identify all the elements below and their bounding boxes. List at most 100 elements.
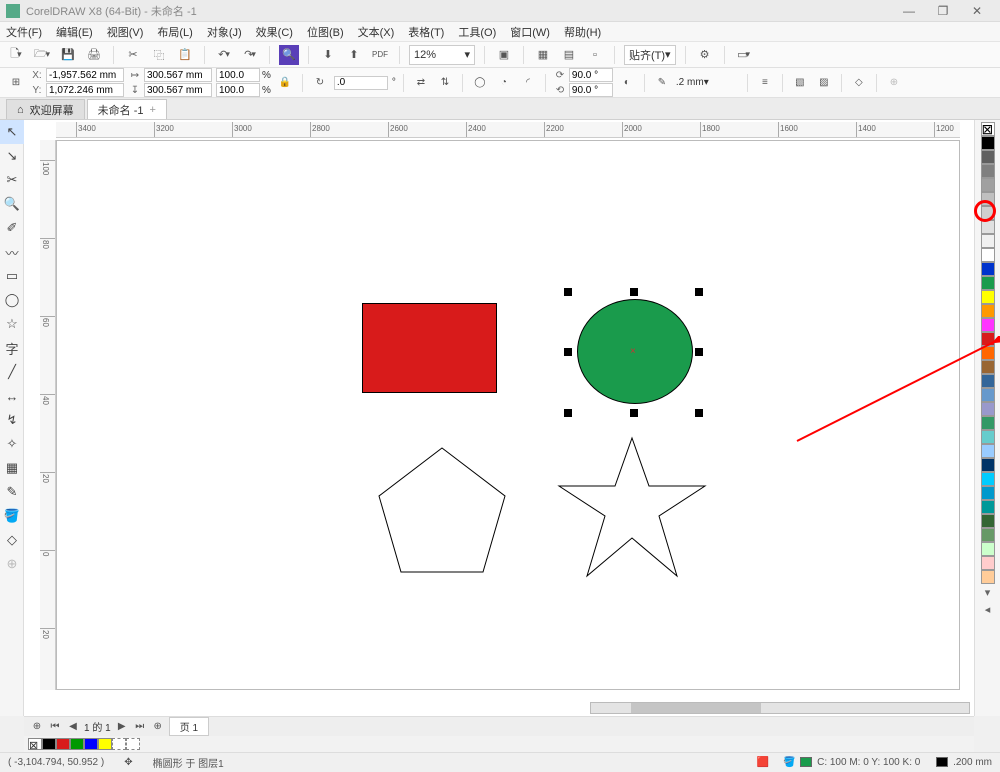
zoom-tool[interactable]: 🔍 (0, 192, 24, 216)
cut-button[interactable]: ✂ (123, 45, 143, 65)
prev-page-button[interactable]: ◀ (66, 720, 80, 734)
no-color-swatch[interactable]: ⊠ (28, 738, 42, 750)
menu-bitmap[interactable]: 位图(B) (307, 24, 344, 40)
add-tab-icon[interactable]: + (150, 104, 156, 116)
color-swatch[interactable] (981, 262, 995, 276)
rotation-input[interactable] (334, 76, 388, 90)
color-swatch[interactable] (981, 556, 995, 570)
launch-button[interactable]: ▭▾ (734, 45, 754, 65)
search-button[interactable]: 🔍 (279, 45, 299, 65)
menu-table[interactable]: 表格(T) (408, 24, 444, 40)
crop-tool[interactable]: ✂ (0, 168, 24, 192)
polygon-tool[interactable]: ☆ (0, 312, 24, 336)
snap-button[interactable]: ▫ (585, 45, 605, 65)
zoom-dropdown[interactable]: 12%▾ (409, 45, 475, 65)
empty-swatch[interactable] (126, 738, 140, 750)
menu-tools[interactable]: 工具(O) (458, 24, 496, 40)
selection-handle[interactable] (564, 288, 572, 296)
snap-dropdown[interactable]: 贴齐(T) ▾ (624, 45, 676, 65)
transparency-tool[interactable]: ▦ (0, 456, 24, 480)
selection-handle[interactable] (564, 348, 572, 356)
import-button[interactable]: ⬇ (318, 45, 338, 65)
eyedropper-tool[interactable]: ✎ (0, 480, 24, 504)
last-page-button[interactable]: ⏭ (133, 720, 147, 734)
color-swatch[interactable] (981, 570, 995, 584)
color-swatch[interactable] (981, 150, 995, 164)
open-button[interactable]: 🗁▾ (32, 45, 52, 65)
mirror-h-button[interactable]: ⇄ (411, 73, 431, 93)
canvas[interactable]: × (56, 140, 960, 690)
color-swatch[interactable] (56, 738, 70, 750)
color-swatch[interactable] (981, 486, 995, 500)
pentagon-shape[interactable] (375, 446, 509, 576)
outline-width-dropdown[interactable]: .2 mm▾ (676, 77, 740, 88)
back-button[interactable]: ▨ (814, 73, 834, 93)
ruler-horizontal[interactable]: 3400320030002800260024002200200018001600… (56, 122, 960, 138)
shape-tool[interactable]: ↘ (0, 144, 24, 168)
empty-swatch[interactable] (112, 738, 126, 750)
new-button[interactable]: 🗋▾ (6, 45, 26, 65)
dimension-tool[interactable]: ↔ (0, 384, 24, 408)
color-swatch[interactable] (981, 178, 995, 192)
color-swatch[interactable] (981, 528, 995, 542)
undo-button[interactable]: ↶▾ (214, 45, 234, 65)
width-input[interactable] (144, 68, 212, 82)
grid-button[interactable]: ▦ (533, 45, 553, 65)
print-button[interactable]: 🖨 (84, 45, 104, 65)
guide-button[interactable]: ▤ (559, 45, 579, 65)
copy-button[interactable]: ⿻ (149, 45, 169, 65)
color-swatch[interactable] (981, 542, 995, 556)
palette-flyout-button[interactable]: ◂ (985, 603, 991, 616)
redo-button[interactable]: ↷▾ (240, 45, 260, 65)
selection-handle[interactable] (564, 409, 572, 417)
tab-document[interactable]: 未命名 -1 + (87, 99, 167, 119)
maximize-button[interactable]: ❐ (926, 1, 960, 21)
scale-y-input[interactable] (216, 83, 260, 97)
first-page-button[interactable]: ⏮ (48, 720, 62, 734)
freehand-tool[interactable]: ✐ (0, 216, 24, 240)
color-swatch[interactable] (981, 248, 995, 262)
tab-welcome[interactable]: ⌂ 欢迎屏幕 (6, 99, 85, 119)
selection-handle[interactable] (630, 288, 638, 296)
ellipse-button[interactable]: ◯ (470, 73, 490, 93)
mirror-v-button[interactable]: ⇅ (435, 73, 455, 93)
color-swatch[interactable] (981, 514, 995, 528)
next-page-button[interactable]: ▶ (115, 720, 129, 734)
color-swatch[interactable] (981, 290, 995, 304)
color-swatch[interactable] (98, 738, 112, 750)
color-swatch[interactable] (981, 472, 995, 486)
color-swatch[interactable] (84, 738, 98, 750)
menu-window[interactable]: 窗口(W) (510, 24, 550, 40)
page-add-button[interactable]: ⊕ (30, 720, 44, 734)
rectangle-tool[interactable]: ▭ (0, 264, 24, 288)
menu-layout[interactable]: 布局(L) (157, 24, 192, 40)
paste-button[interactable]: 📋 (175, 45, 195, 65)
palette-down-button[interactable]: ▾ (985, 586, 991, 599)
scrollbar-thumb[interactable] (631, 703, 761, 713)
convert-button[interactable]: ◇ (849, 73, 869, 93)
fill-tool[interactable]: 🪣 (0, 504, 24, 528)
color-swatch[interactable] (981, 304, 995, 318)
arc-button[interactable]: ◜ (518, 73, 538, 93)
direction-button[interactable]: ◐ (617, 73, 637, 93)
add-tool[interactable]: ⊕ (0, 552, 24, 576)
wrap-text-button[interactable]: ≡ (755, 73, 775, 93)
ruler-vertical[interactable]: 10080604020020 (40, 140, 56, 690)
height-input[interactable] (144, 83, 212, 97)
outline-tool[interactable]: ◇ (0, 528, 24, 552)
ellipse-tool[interactable]: ◯ (0, 288, 24, 312)
menu-view[interactable]: 视图(V) (107, 24, 144, 40)
color-swatch[interactable] (42, 738, 56, 750)
scale-x-input[interactable] (216, 68, 260, 82)
export-button[interactable]: ⬆ (344, 45, 364, 65)
page-add-after-button[interactable]: ⊕ (151, 720, 165, 734)
outline-swatch[interactable] (936, 757, 948, 767)
x-input[interactable] (46, 68, 124, 82)
color-swatch[interactable] (981, 318, 995, 332)
minimize-button[interactable]: — (892, 1, 926, 21)
color-swatch[interactable] (981, 276, 995, 290)
selection-handle[interactable] (695, 288, 703, 296)
y-input[interactable] (46, 83, 124, 97)
connector-tool[interactable]: ↯ (0, 408, 24, 432)
close-button[interactable]: ✕ (960, 1, 994, 21)
